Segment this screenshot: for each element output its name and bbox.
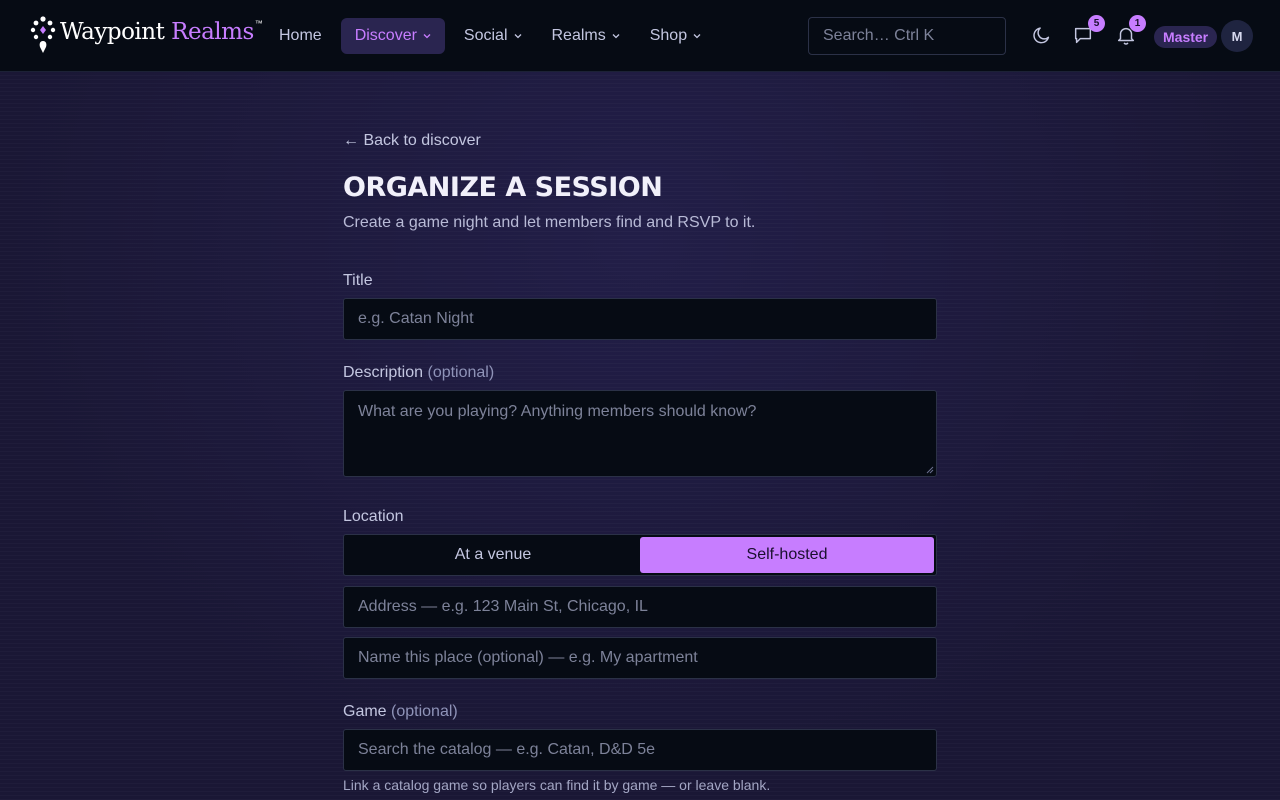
game-placeholder: Search the catalog — e.g. Catan, D&D 5e	[358, 741, 656, 758]
nav-home[interactable]: Home	[268, 18, 333, 54]
location-toggle: At a venue Self-hosted	[343, 534, 937, 576]
title-label: Title	[343, 272, 373, 289]
top-navbar: Waypoint Realms ™ Home Discover Social R…	[0, 0, 1280, 72]
address-placeholder: Address — e.g. 123 Main St, Chicago, IL	[358, 598, 648, 615]
location-option-venue[interactable]: At a venue	[346, 537, 640, 573]
game-label: Game (optional)	[343, 703, 458, 720]
user-avatar[interactable]: M	[1221, 20, 1253, 52]
place-name-placeholder: Name this place (optional) — e.g. My apa…	[358, 649, 698, 666]
trademark-symbol: ™	[254, 18, 263, 28]
page-title: ORGANIZE A SESSION	[343, 172, 663, 203]
brand-name: Waypoint Realms	[60, 19, 254, 45]
role-badge[interactable]: Master	[1154, 26, 1218, 48]
page-subtitle: Create a game night and let members find…	[343, 214, 756, 231]
description-placeholder: What are you playing? Anything members s…	[358, 403, 757, 420]
waypoint-logo-icon	[30, 16, 56, 53]
game-help-text: Link a catalog game so players can find …	[343, 777, 771, 793]
game-search-input[interactable]: Search the catalog — e.g. Catan, D&D 5e	[343, 729, 937, 771]
moon-icon[interactable]	[1031, 24, 1053, 46]
resize-grip-icon[interactable]	[926, 466, 934, 474]
back-to-discover-link[interactable]: ← Back to discover	[343, 132, 481, 150]
nav-discover[interactable]: Discover	[340, 18, 445, 54]
brand-logo[interactable]: Waypoint Realms ™	[30, 14, 263, 56]
main-nav: Home Discover Social Realms Shop	[268, 18, 720, 54]
address-input[interactable]: Address — e.g. 123 Main St, Chicago, IL	[343, 586, 937, 628]
title-placeholder: e.g. Catan Night	[358, 310, 474, 327]
description-textarea[interactable]: What are you playing? Anything members s…	[343, 390, 937, 477]
location-option-self-hosted[interactable]: Self-hosted	[640, 537, 934, 573]
nav-realms[interactable]: Realms	[541, 18, 631, 54]
title-input[interactable]: e.g. Catan Night	[343, 298, 937, 340]
messages-count-badge: 5	[1088, 15, 1105, 32]
nav-shop[interactable]: Shop	[639, 18, 712, 54]
notifications-count-badge: 1	[1129, 15, 1146, 32]
nav-social[interactable]: Social	[453, 18, 533, 54]
global-search-input[interactable]: Search… Ctrl K	[808, 17, 1006, 55]
chevron-down-icon	[612, 34, 620, 39]
search-placeholder: Search… Ctrl K	[823, 27, 935, 44]
chevron-down-icon	[423, 34, 431, 39]
place-name-input[interactable]: Name this place (optional) — e.g. My apa…	[343, 637, 937, 679]
location-label: Location	[343, 508, 404, 525]
description-label: Description (optional)	[343, 364, 495, 381]
chevron-down-icon	[514, 34, 521, 39]
chevron-down-icon	[693, 34, 701, 39]
